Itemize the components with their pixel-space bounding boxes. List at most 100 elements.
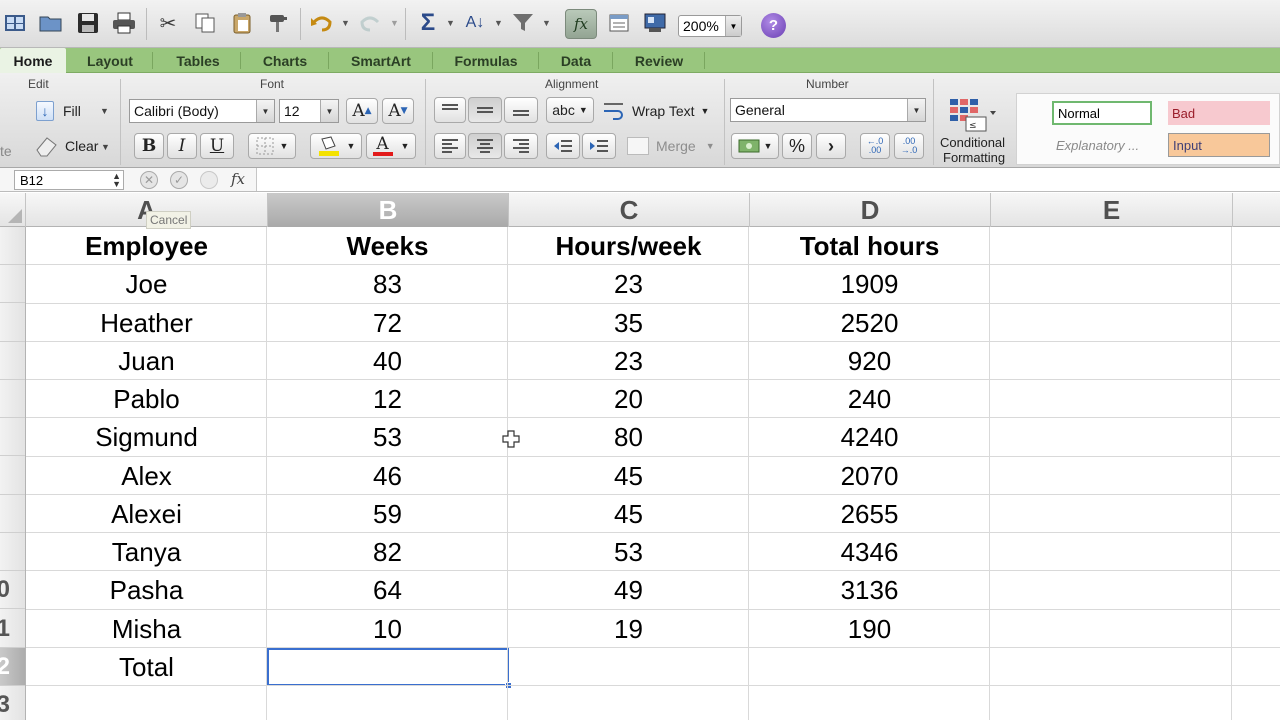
table-cell[interactable]: 4346 [749,533,990,571]
table-cell[interactable]: 20 [508,380,749,418]
selected-cell-b12[interactable] [267,648,509,686]
fill-button[interactable]: ↓ Fill [36,99,81,123]
cut-icon[interactable]: ✂ [155,10,181,36]
open-icon[interactable] [38,10,64,36]
align-bottom-button[interactable] [504,97,538,123]
table-cell[interactable]: 190 [749,610,990,648]
currency-button[interactable]: ▼ [731,133,779,159]
table-cell[interactable]: 46 [267,457,508,495]
table-cell[interactable]: Pablo [26,380,267,418]
undo-dropdown-icon[interactable]: ▼ [341,18,350,28]
enter-icon[interactable]: ✓ [170,171,188,189]
tab-smartart[interactable]: SmartArt [330,48,432,73]
chevron-down-icon[interactable]: ▼ [256,100,274,122]
table-cell[interactable]: 23 [508,342,749,380]
table-cell[interactable]: Alex [26,457,267,495]
table-header-cell[interactable]: Total hours [749,227,990,265]
clear-button[interactable]: Clear [34,133,98,159]
chevron-down-icon[interactable]: ▼ [320,100,338,122]
font-name-field[interactable]: Calibri (Body) ▼ [129,99,275,123]
shrink-font-button[interactable]: A ▼ [382,98,414,124]
table-header-cell[interactable]: Employee [26,227,267,265]
table-cell[interactable]: Joe [26,265,267,303]
paste-icon[interactable] [229,10,255,36]
merge-button[interactable]: Merge ▼ [627,135,715,157]
row-header[interactable] [0,304,25,342]
table-cell[interactable]: Pasha [26,571,267,609]
row-header[interactable] [0,533,25,571]
column-header-f[interactable] [1233,193,1280,227]
underline-button[interactable]: U [200,133,234,159]
italic-button[interactable]: I [167,133,197,159]
align-left-button[interactable] [434,133,466,159]
row-header[interactable]: 3 [0,686,25,720]
table-cell[interactable]: 2655 [749,495,990,533]
tab-data[interactable]: Data [540,48,612,73]
conditional-formatting-label-1[interactable]: Conditional [940,135,1005,150]
fill-color-button[interactable]: ▼ [310,133,362,159]
table-cell[interactable]: 83 [267,265,508,303]
table-cell[interactable]: Total [26,648,267,686]
row-header[interactable] [0,265,25,303]
redo-icon[interactable] [357,10,383,36]
table-cell[interactable]: 45 [508,495,749,533]
autosum-dropdown-icon[interactable]: ▼ [446,18,455,28]
table-cell[interactable]: 3136 [749,571,990,609]
autosum-icon[interactable]: Σ [415,9,441,36]
table-cell[interactable]: 40 [267,342,508,380]
style-input[interactable]: Input [1168,133,1270,157]
table-cell[interactable]: 4240 [749,418,990,456]
tab-formulas[interactable]: Formulas [434,48,538,73]
column-header-d[interactable]: D [750,193,991,227]
align-top-button[interactable] [434,97,466,123]
table-cell[interactable]: 64 [267,571,508,609]
comma-button[interactable]: › [816,133,846,159]
worksheet-grid[interactable]: Employee Weeks Hours/week Total hours Joe 83 2… [26,227,1280,720]
align-center-button[interactable] [468,133,502,159]
column-header-e[interactable]: E [991,193,1233,227]
bold-button[interactable]: B [134,133,164,159]
toolbox-icon[interactable] [606,10,632,36]
style-normal[interactable]: Normal [1052,101,1152,125]
table-cell[interactable]: 2070 [749,457,990,495]
clear-dropdown-icon[interactable]: ▼ [101,142,110,152]
redo-dropdown-icon[interactable]: ▼ [390,18,399,28]
cancel-icon[interactable]: ✕ [140,171,158,189]
table-cell[interactable]: Misha [26,610,267,648]
chevron-down-icon[interactable]: ▼ [907,99,925,121]
table-cell[interactable]: 82 [267,533,508,571]
table-cell[interactable]: Tanya [26,533,267,571]
decrease-decimal-button[interactable]: .00 →.0 [894,133,924,159]
row-header[interactable]: 1 [0,610,25,648]
zoom-select[interactable]: 200% ▼ [678,15,742,37]
row-header[interactable] [0,418,25,456]
row-header[interactable]: 0 [0,571,25,609]
table-cell[interactable]: 23 [508,265,749,303]
save-icon[interactable] [75,10,101,36]
column-header-c[interactable]: C [509,193,750,227]
increase-indent-button[interactable] [582,133,616,159]
formula-builder-icon[interactable]: fx [565,9,597,39]
font-color-button[interactable]: A ▼ [366,133,416,159]
table-cell[interactable]: 2520 [749,304,990,342]
help-icon[interactable]: ? [761,13,786,38]
filter-dropdown-icon[interactable]: ▼ [542,18,551,28]
paste-label[interactable]: te [0,143,12,159]
table-cell[interactable]: 59 [267,495,508,533]
media-browser-icon[interactable] [642,10,668,36]
sort-dropdown-icon[interactable]: ▼ [494,18,503,28]
fill-dropdown-icon[interactable]: ▼ [100,106,109,116]
undo-icon[interactable] [309,10,335,36]
table-cell[interactable]: 72 [267,304,508,342]
style-explanatory[interactable]: Explanatory ... [1052,133,1152,157]
grow-font-button[interactable]: A ▲ [346,98,378,124]
format-painter-icon[interactable] [266,10,292,36]
tab-layout[interactable]: Layout [70,48,150,73]
row-header[interactable]: 2 [0,648,25,686]
table-cell[interactable]: 45 [508,457,749,495]
table-cell[interactable]: 19 [508,610,749,648]
stepper-icon[interactable]: ▲ ▼ [112,172,121,189]
tab-home[interactable]: Home [0,48,66,73]
table-cell[interactable]: Alexei [26,495,267,533]
font-size-field[interactable]: 12 ▼ [279,99,339,123]
